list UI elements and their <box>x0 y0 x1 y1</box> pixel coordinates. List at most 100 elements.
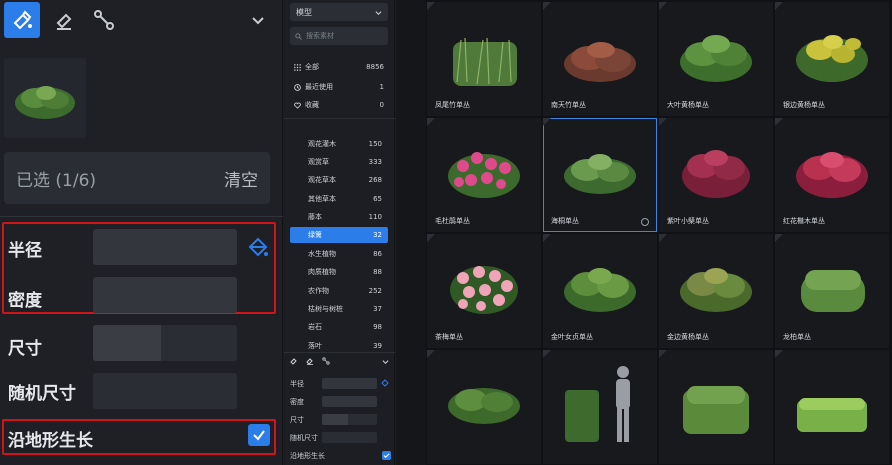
category-count: 252 <box>368 287 382 295</box>
brush-icon[interactable] <box>290 357 298 365</box>
category-label: 落叶 <box>308 342 322 350</box>
shrub-thumbnail-image <box>15 86 75 119</box>
brush-tool-button[interactable] <box>4 2 40 38</box>
selected-plant-thumbnail[interactable] <box>4 58 86 138</box>
asset-card[interactable]: 毛杜鹃单丛 <box>427 118 541 232</box>
quick-filter-all[interactable]: 全部 8856 <box>294 62 384 72</box>
boxwood-hedge-image <box>683 386 749 434</box>
mini-follow-terrain-checkbox[interactable] <box>382 451 391 460</box>
category-item[interactable]: 观花灌木 150 <box>290 136 388 152</box>
eraser-icon <box>56 13 72 30</box>
path-node-icon[interactable] <box>322 357 330 365</box>
asset-card[interactable]: 大叶黄杨单丛 <box>659 2 773 116</box>
collapse-button[interactable] <box>240 2 276 38</box>
random-size-field[interactable] <box>93 373 237 409</box>
azalea-shrub-image <box>448 152 520 198</box>
category-item[interactable]: 水生植物 86 <box>290 246 388 262</box>
asset-name: 凤尾竹单丛 <box>435 101 470 109</box>
asset-card[interactable]: 金边黄杨单丛 <box>659 234 773 348</box>
category-count: 65 <box>373 195 382 203</box>
chevron-down-icon[interactable] <box>382 358 389 365</box>
category-count: 88 <box>373 268 382 276</box>
asset-card[interactable] <box>659 350 773 464</box>
category-item[interactable]: 藤本 110 <box>290 209 388 225</box>
asset-name: 毛杜鹃单丛 <box>435 217 470 225</box>
asset-name: 茶梅单丛 <box>435 333 463 341</box>
mini-density-label: 密度 <box>290 398 304 406</box>
asset-card[interactable]: 紫叶小檗单丛 <box>659 118 773 232</box>
selected-count: 已选 (1/6) <box>16 170 97 191</box>
category-item[interactable]: 农作物 252 <box>290 283 388 299</box>
heart-icon <box>294 102 301 109</box>
asset-card[interactable] <box>427 350 541 464</box>
asset-card[interactable]: 凤尾竹单丛 <box>427 2 541 116</box>
nandina-shrub-image <box>564 42 636 82</box>
mini-size-field[interactable] <box>322 414 377 425</box>
search-placeholder: 搜索素材 <box>306 32 334 40</box>
info-icon[interactable] <box>641 218 649 226</box>
asset-type-dropdown[interactable]: 模型 <box>290 3 388 21</box>
search-input[interactable]: 搜索素材 <box>290 27 388 45</box>
category-count: 110 <box>368 213 382 221</box>
asset-card-selected[interactable]: 海桐单丛 <box>543 118 657 232</box>
quick-filter-favorites[interactable]: 收藏 0 <box>294 100 384 110</box>
path-node-icon <box>94 10 114 30</box>
quick-count: 8856 <box>366 63 384 71</box>
asset-name: 龙柏单丛 <box>783 333 811 341</box>
category-label: 水生植物 <box>308 250 336 258</box>
chevron-down-icon <box>375 10 382 15</box>
path-tool-button[interactable] <box>86 2 122 38</box>
category-count: 98 <box>373 323 382 331</box>
eraser-icon[interactable] <box>306 357 314 365</box>
asset-card[interactable] <box>775 350 889 464</box>
asset-name: 银边黄杨单丛 <box>783 101 825 109</box>
fill-bucket-icon[interactable] <box>381 379 389 387</box>
size-field[interactable] <box>93 325 237 361</box>
category-item[interactable]: 肉质植物 88 <box>290 264 388 280</box>
mini-radius-field[interactable] <box>322 378 377 389</box>
asset-card[interactable]: 金叶女贞单丛 <box>543 234 657 348</box>
category-label: 农作物 <box>308 287 329 295</box>
category-item[interactable]: 枯树与树桩 37 <box>290 301 388 317</box>
divider <box>0 216 283 217</box>
category-label: 观花灌木 <box>308 140 336 148</box>
category-item[interactable]: 岩石 98 <box>290 319 388 335</box>
quick-filter-recent[interactable]: 最近使用 1 <box>294 82 384 92</box>
asset-card[interactable]: 茶梅单丛 <box>427 234 541 348</box>
radius-field[interactable] <box>93 229 237 265</box>
asset-card[interactable]: 南天竹单丛 <box>543 2 657 116</box>
trimmed-hedge-image <box>797 398 867 432</box>
asset-card[interactable]: 银边黄杨单丛 <box>775 2 889 116</box>
variegated-boxwood-shrub-image <box>796 35 868 82</box>
category-item[interactable]: 观花草本 268 <box>290 172 388 188</box>
asset-card[interactable]: 龙柏单丛 <box>775 234 889 348</box>
follow-terrain-checkbox[interactable] <box>248 424 270 446</box>
divider <box>284 352 395 353</box>
asset-name: 红花檵木单丛 <box>783 217 825 225</box>
category-count: 39 <box>373 342 382 350</box>
mini-random-size-field[interactable] <box>322 432 377 443</box>
hedge-with-person-scale-image <box>565 366 630 442</box>
category-item[interactable]: 其他草本 65 <box>290 191 388 207</box>
quick-label: 最近使用 <box>305 83 333 91</box>
category-count: 32 <box>373 231 382 239</box>
asset-card[interactable]: 红花檵木单丛 <box>775 118 889 232</box>
asset-card[interactable] <box>543 350 657 464</box>
golden-edge-boxwood-image <box>680 268 752 312</box>
asset-name: 金叶女贞单丛 <box>551 333 593 341</box>
fill-bucket-icon[interactable] <box>247 236 269 258</box>
category-item[interactable]: 观赏草 333 <box>290 154 388 170</box>
asset-grid: 凤尾竹单丛 南天竹单丛 大叶黄杨单丛 银边黄杨单丛 毛杜鹃单丛 海桐单丛 紫叶小… <box>426 0 892 465</box>
mini-size-fill <box>322 414 348 425</box>
category-item-active[interactable]: 绿篱 32 <box>290 227 388 243</box>
eraser-tool-button[interactable] <box>46 2 82 38</box>
follow-terrain-label: 沿地形生长 <box>8 431 93 451</box>
grid-left-gutter <box>396 0 426 465</box>
brush-icon <box>13 10 32 30</box>
density-field[interactable] <box>93 277 237 313</box>
clear-button[interactable]: 清空 <box>224 166 258 191</box>
asset-name: 大叶黄杨单丛 <box>667 101 709 109</box>
quick-count: 0 <box>379 101 384 109</box>
category-label: 观赏草 <box>308 158 329 166</box>
mini-density-field[interactable] <box>322 396 377 407</box>
